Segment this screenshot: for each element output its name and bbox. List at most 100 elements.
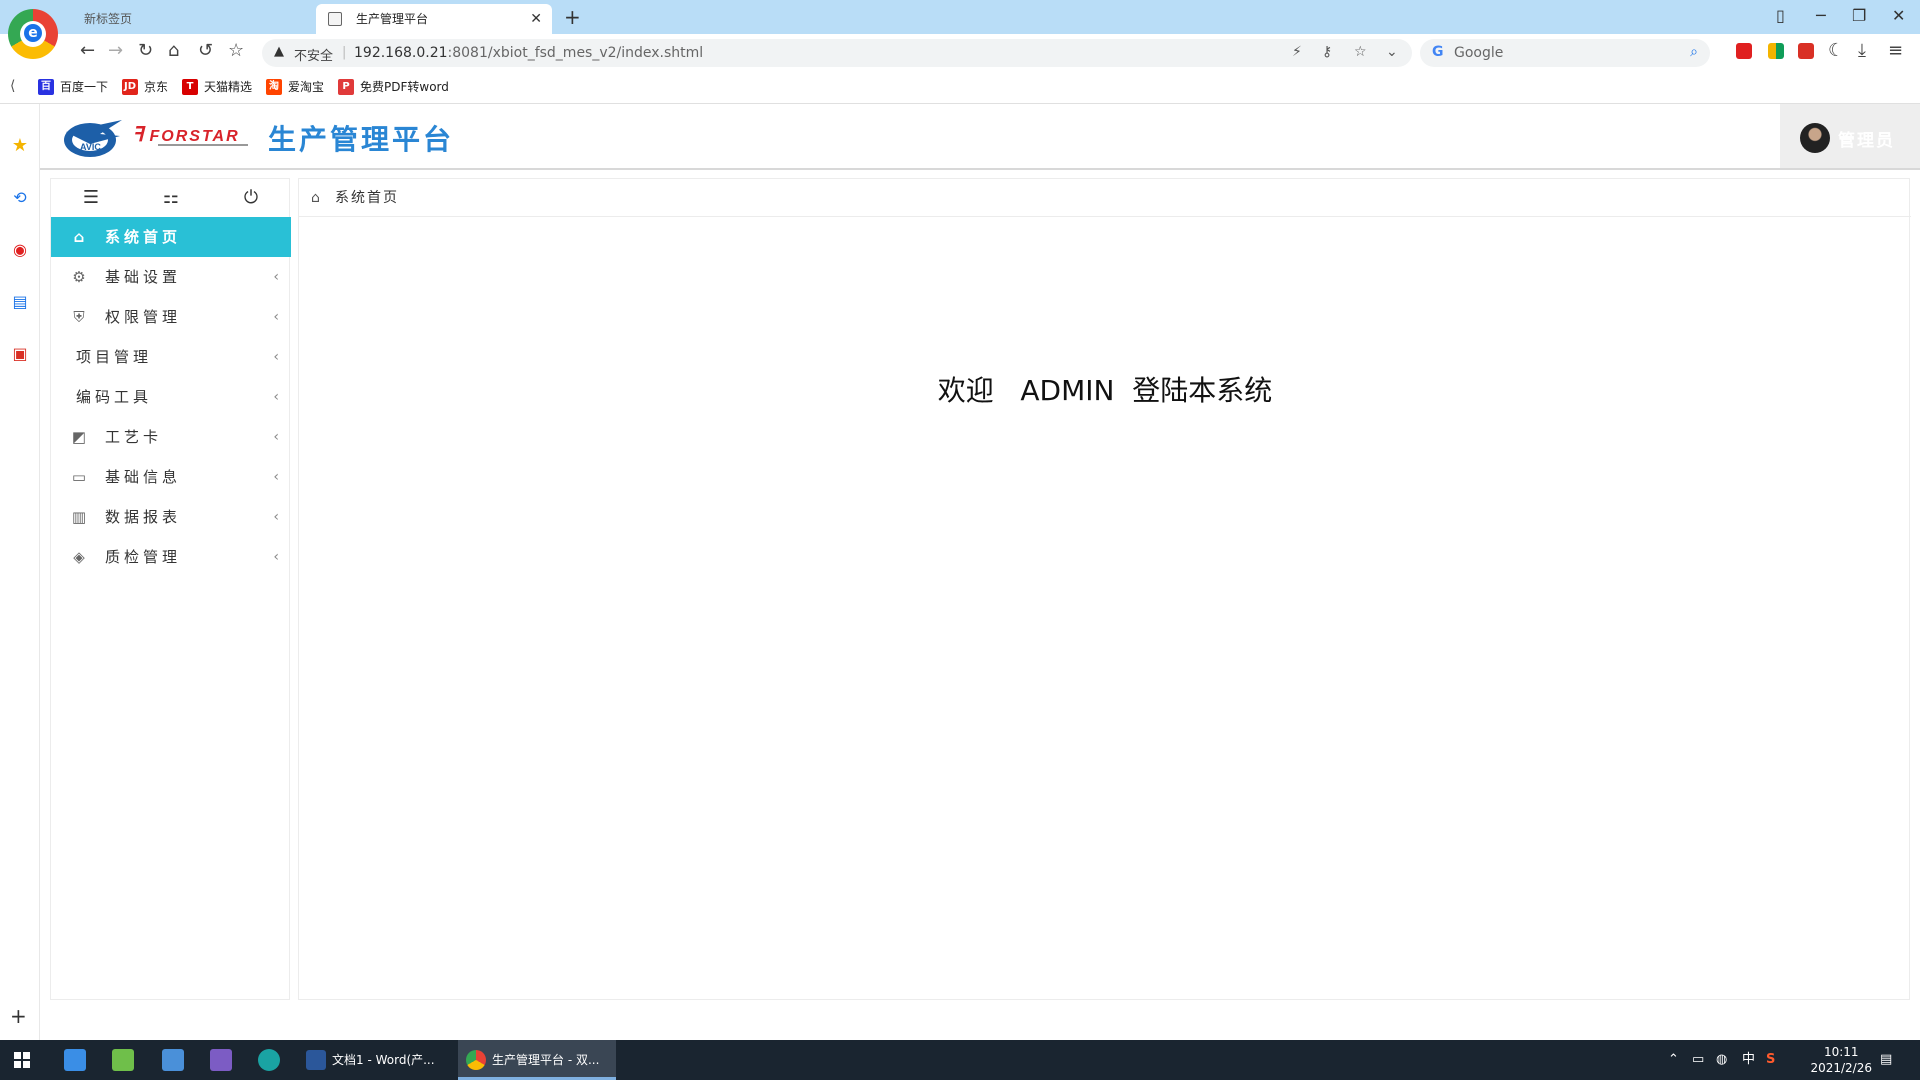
sidebar-item-permissions[interactable]: ⛨ 权限管理 ‹ [51,297,291,337]
sidebar-collapse-icon[interactable]: ⟨ [10,78,15,94]
remote-desktop-icon[interactable] [64,1049,86,1071]
menu-icon[interactable]: ≡ [1888,41,1903,61]
tab-title: 新标签页 [84,12,133,26]
bookmark-label: 百度一下 [60,80,109,94]
favorite-star-icon[interactable]: ☆ [1354,44,1367,60]
search-icon[interactable]: ⌕ [1690,44,1698,60]
tray-chevron-up-icon[interactable]: ⌃ [1668,1040,1679,1080]
user-menu[interactable]: 管理员 [1780,104,1920,168]
key-icon[interactable]: ⚷ [1322,44,1332,60]
app-icon[interactable] [210,1049,232,1071]
gear-icon: ⚙ [72,268,86,286]
welcome-message: 欢迎 ADMIN 登陆本系统 [937,374,1273,407]
weibo-icon[interactable]: ◉ [10,240,30,260]
monitor-icon: ▭ [71,468,87,486]
sidebar-item-quality[interactable]: ◈ 质检管理 ‹ [51,537,291,577]
history-icon[interactable]: ⟲ [10,188,30,208]
tab-new-tab[interactable]: 新标签页 [70,4,310,34]
search-box[interactable]: G Google ⌕ [1420,39,1710,67]
window-minimize-button[interactable]: ─ [1816,6,1826,25]
brand-name: FORSTAR [149,128,240,145]
svg-text:AVIC: AVIC [80,142,101,152]
menu-toggle-icon[interactable]: ☰ [79,187,103,209]
sidebar-item-process-card[interactable]: ◩ 工艺卡 ‹ [51,417,291,457]
window-restore-button[interactable]: ❐ [1852,6,1866,25]
add-panel-icon[interactable]: + [10,1004,27,1028]
url-text[interactable]: 192.168.0.21:8081/xbiot_fsd_mes_v2/index… [354,45,703,61]
power-icon[interactable]: ⏻ [239,187,263,209]
notepad-icon[interactable] [112,1049,134,1071]
system-clock[interactable]: 10:11 2021/2/26 [1810,1044,1872,1076]
sidebar-item-home[interactable]: ⌂ 系统首页 [51,217,291,257]
ime-indicator[interactable]: 中 [1742,1040,1755,1080]
window-close-button[interactable]: ✕ [1892,6,1905,25]
taskbar-app-word[interactable]: 文档1 - Word(产... [298,1040,454,1080]
sidebar-item-coding-tools[interactable]: 编码工具 ‹ [51,377,291,417]
tool-icon[interactable] [162,1049,184,1071]
reload-icon[interactable]: ↻ [138,41,153,61]
bookmark-tmall[interactable]: T 天猫精选 [182,79,252,95]
home-icon[interactable]: ⌂ [311,179,320,217]
forstar-mark-icon: ꟻ [132,124,146,146]
sogou-ime-icon[interactable]: S [1766,1040,1775,1080]
sidebar-toolbar: ☰ ⚏ ⏻ [51,179,291,217]
apps-ext-icon[interactable] [1768,43,1784,59]
bookmark-label: 免费PDF转word [360,80,449,94]
security-label: 不安全 [294,49,334,64]
tab-production-platform[interactable]: 生产管理平台 ✕ [316,4,552,34]
page-title: 生产管理平台 [268,123,455,156]
tray-network-icon[interactable]: ▭ [1692,1040,1704,1080]
chevron-down-icon[interactable]: ⌄ [1386,44,1398,60]
window-split-icon[interactable]: ▯ [1776,6,1785,25]
bookmark-label: 京东 [144,80,169,94]
favorites-star-icon[interactable]: ★ [10,136,30,156]
shield-icon: ⛨ [73,308,85,326]
bookmark-label: 天猫精选 [204,80,253,94]
avic-logo-icon: AVIC [64,120,122,157]
sidebar-item-basic-info[interactable]: ▭ 基础信息 ‹ [51,457,291,497]
bookmark-pdf[interactable]: P 免费PDF转word [338,79,449,95]
bookmark-label: 爱淘宝 [288,80,325,94]
sidebar-item-label: 项目管理 [76,348,153,366]
sidebar-item-label: 权限管理 [105,308,182,326]
lightning-icon[interactable]: ⚡ [1292,44,1302,60]
bookmark-baidu[interactable]: 百百度一下 [38,79,108,95]
weibo-ext-icon[interactable] [1736,43,1752,59]
home-icon: ⌂ [73,228,85,246]
night-mode-icon[interactable]: ☾ [1828,41,1844,61]
bookmark-star-icon[interactable]: ☆ [228,41,244,61]
home-icon[interactable]: ⌂ [168,41,179,61]
edge-icon[interactable] [258,1049,280,1071]
download-icon[interactable]: ⤓ [1858,41,1866,61]
notification-icon[interactable]: ▤ [1880,1040,1892,1080]
address-bar[interactable]: ▲ 不安全 | 192.168.0.21:8081/xbiot_fsd_mes_… [262,39,1412,67]
sidebar-item-data-reports[interactable]: ▥ 数据报表 ‹ [51,497,291,537]
taskbar-app-label: 生产管理平台 - 双... [492,1053,600,1067]
undo-close-icon[interactable]: ↺ [198,41,213,61]
tray-globe-icon[interactable]: ◍ [1716,1040,1727,1080]
back-icon[interactable]: ← [80,41,95,61]
pdf-ext-icon[interactable] [1798,43,1814,59]
bookmark-jd[interactable]: JD 京东 [122,79,168,95]
app-header: AVIC ꟻ FORSTAR 生产管理平台 管理员 [40,104,1920,170]
table-icon: ▥ [71,508,87,526]
new-tab-button[interactable]: + [564,4,581,30]
breadcrumb-item[interactable]: 系统首页 [335,179,399,217]
jd-icon: JD [122,79,138,95]
clock-date: 2021/2/26 [1810,1061,1872,1075]
window-icon[interactable]: ▤ [10,292,30,312]
windows-start-icon[interactable] [14,1052,30,1068]
bookmark-aitaobao[interactable]: 淘爱淘宝 [266,79,324,95]
bookmarks-bar: ⟨ 百百度一下 JD 京东 T 天猫精选 淘爱淘宝 P 免费PDF转word [0,70,1920,104]
pdf-tool-icon[interactable]: ▣ [10,344,30,364]
book-icon[interactable]: ⚏ [159,187,183,209]
tab-close-icon[interactable]: ✕ [530,4,542,34]
sidebar-item-label: 质检管理 [105,548,182,566]
taskbar-app-browser[interactable]: 生产管理平台 - 双... [458,1040,616,1080]
google-icon: G [1432,44,1444,60]
sidebar-item-basic-settings[interactable]: ⚙ 基础设置 ‹ [51,257,291,297]
forward-icon[interactable]: → [108,41,123,61]
chevron-left-icon: ‹ [273,309,279,325]
sidebar-item-projects[interactable]: 项目管理 ‹ [51,337,291,377]
browser-logo-icon[interactable]: e [8,9,58,59]
